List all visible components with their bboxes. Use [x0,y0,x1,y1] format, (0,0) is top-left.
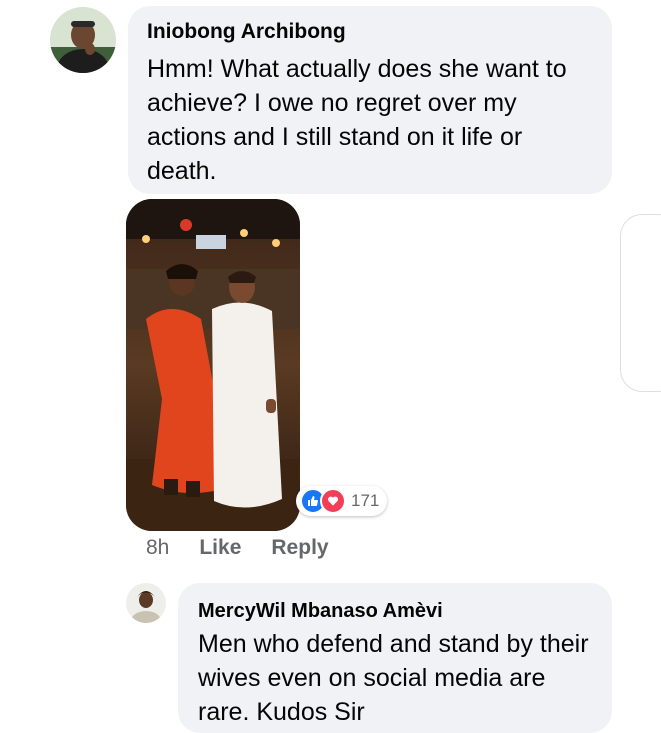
reply-button[interactable]: Reply [271,536,328,560]
reactions-summary[interactable]: 171 [296,486,388,516]
like-button[interactable]: Like [199,536,241,560]
comment-bubble: Iniobong Archibong Hmm! What actually do… [128,6,612,194]
comment-photo[interactable] [126,199,300,531]
love-icon [320,488,346,514]
reply-text: Men who defend and stand by their wives … [198,630,589,726]
adjacent-card-edge [620,214,661,392]
reply-author[interactable]: MercyWil Mbanaso Amèvi [198,600,443,623]
avatar-iniobong[interactable] [50,7,116,73]
comment-text: Hmm! What actually does she want to achi… [147,55,567,185]
comment-timestamp[interactable]: 8h [146,536,169,560]
comment-actions: 8h Like Reply [146,536,329,560]
avatar-mercywil[interactable] [126,583,166,623]
comment-author[interactable]: Iniobong Archibong [147,20,346,44]
reaction-count: 171 [351,491,380,510]
reply-bubble: MercyWil Mbanaso Amèvi Men who defend an… [178,583,612,733]
